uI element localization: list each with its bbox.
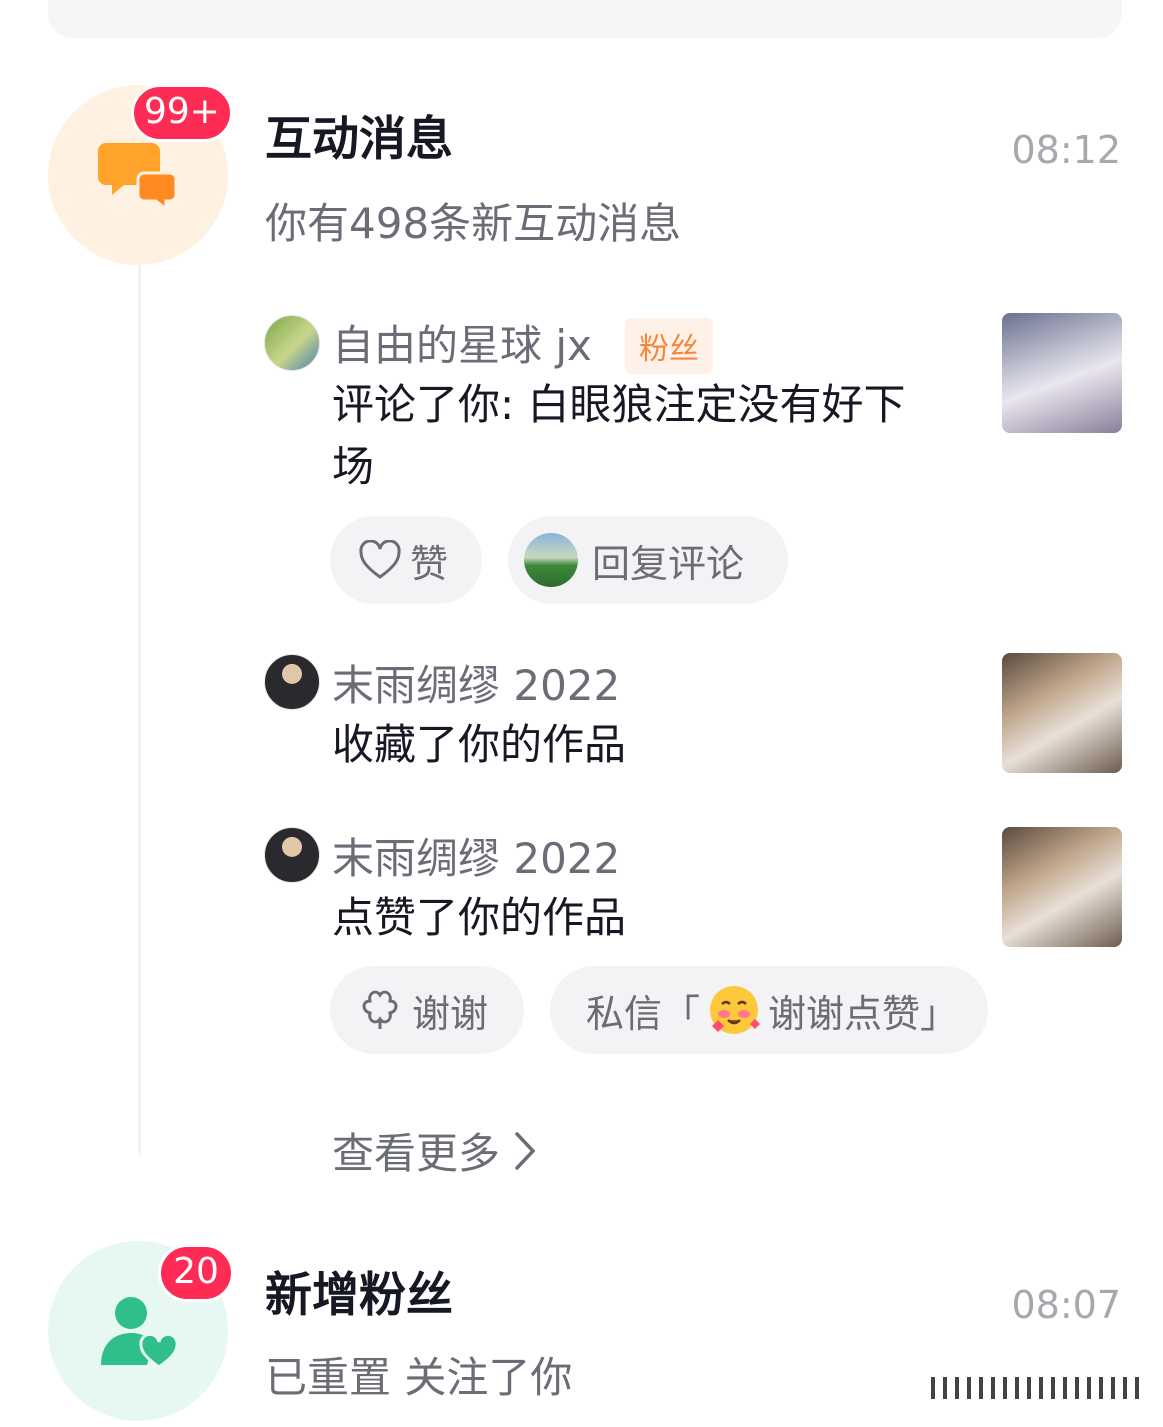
thanks-label: 谢谢 bbox=[412, 991, 489, 1036]
chevron-right-icon bbox=[515, 1131, 536, 1170]
followers-group-summary: 已重置 关注了你 bbox=[265, 1353, 573, 1402]
user-avatar[interactable] bbox=[264, 315, 320, 371]
like-text[interactable]: 点赞了你的作品 bbox=[332, 887, 626, 949]
fan-tag: 粉丝 bbox=[625, 318, 713, 374]
work-thumbnail[interactable] bbox=[1002, 827, 1122, 947]
dm-prefix: 私信「 bbox=[586, 991, 701, 1036]
interaction-unread-badge: 99+ bbox=[131, 84, 233, 142]
like-comment-button[interactable]: 赞 bbox=[330, 516, 482, 604]
dm-text: 谢谢点赞」 bbox=[768, 991, 959, 1036]
interaction-group-time: 08:12 bbox=[1011, 128, 1121, 172]
blushing-emoji-icon bbox=[710, 986, 761, 1034]
comment-text[interactable]: 评论了你: 白眼狼注定没有好下场 bbox=[332, 374, 942, 498]
work-thumbnail[interactable] bbox=[1002, 653, 1122, 773]
username[interactable]: 自由的星球 jx bbox=[332, 312, 592, 373]
chat-bubbles-icon bbox=[98, 143, 178, 211]
collect-text[interactable]: 收藏了你的作品 bbox=[332, 714, 626, 776]
followers-group-time: 08:07 bbox=[1011, 1283, 1121, 1327]
previous-card bbox=[48, 0, 1122, 38]
interaction-group-summary: 你有498条新互动消息 bbox=[265, 199, 682, 248]
username[interactable]: 末雨绸缪 2022 bbox=[332, 652, 620, 713]
thanks-button[interactable]: 谢谢 bbox=[330, 966, 524, 1054]
flower-icon bbox=[362, 990, 398, 1029]
my-avatar bbox=[524, 533, 578, 587]
timeline-line bbox=[138, 265, 141, 1155]
see-more-link[interactable]: 查看更多 bbox=[332, 1120, 536, 1181]
user-avatar[interactable] bbox=[264, 654, 320, 710]
reply-label: 回复评论 bbox=[592, 541, 745, 586]
username[interactable]: 末雨绸缪 2022 bbox=[332, 825, 620, 886]
followers-group-title[interactable]: 新增粉丝 bbox=[265, 1256, 453, 1325]
like-label: 赞 bbox=[410, 541, 449, 586]
reply-comment-button[interactable]: 回复评论 bbox=[508, 516, 788, 604]
dm-thanks-button[interactable]: 私信「 谢谢点赞」 bbox=[550, 966, 988, 1054]
work-thumbnail[interactable] bbox=[1002, 313, 1122, 433]
watermark bbox=[931, 1377, 1141, 1399]
user-avatar[interactable] bbox=[264, 827, 320, 883]
user-heart-icon bbox=[101, 1297, 179, 1369]
heart-outline-icon bbox=[359, 540, 401, 579]
interaction-group-title[interactable]: 互动消息 bbox=[265, 100, 453, 169]
see-more-label: 查看更多 bbox=[332, 1129, 501, 1178]
followers-unread-badge: 20 bbox=[158, 1244, 234, 1302]
